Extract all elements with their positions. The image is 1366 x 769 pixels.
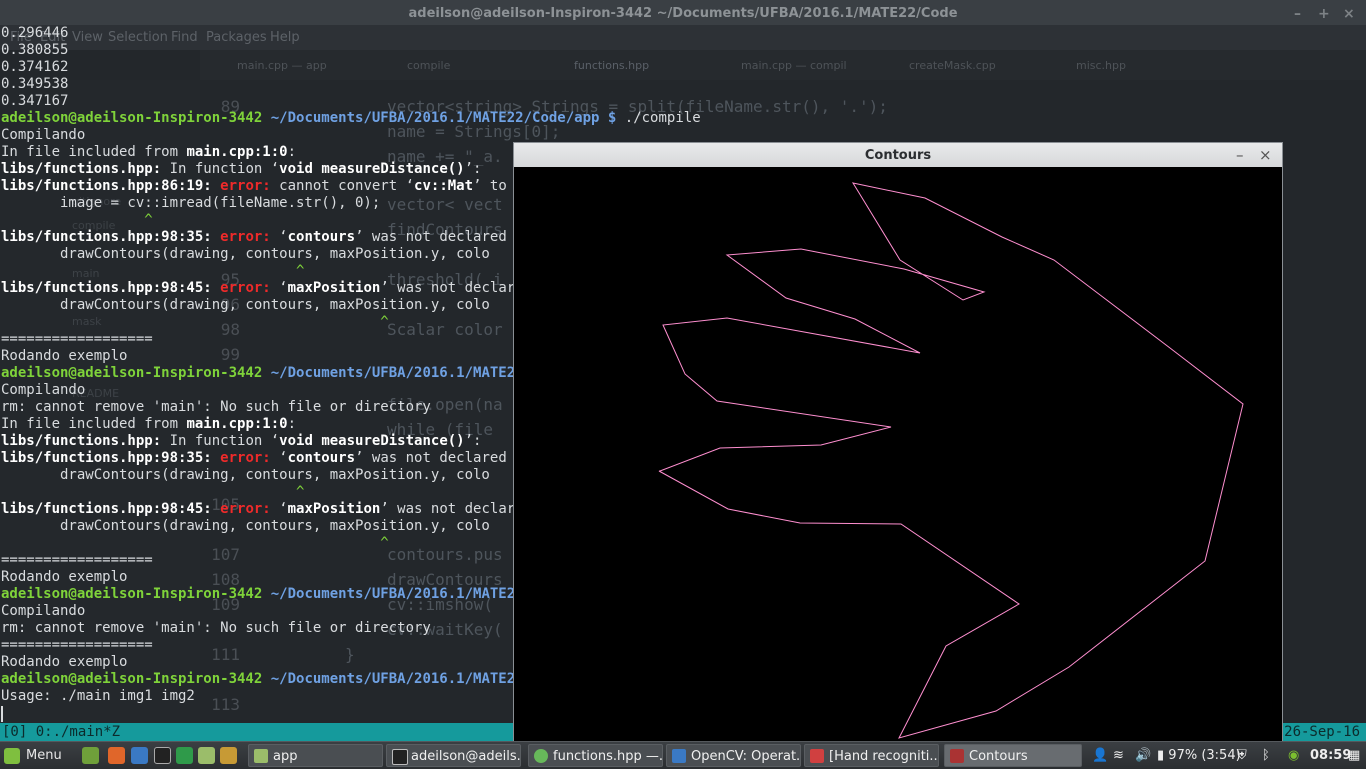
error-line: libs/functions.hpp:86:19: error: cannot … [1,178,540,194]
output-line: 0.349538 [1,76,69,92]
output-line: 0.380855 [1,42,69,58]
pdf-icon [810,749,824,763]
clock[interactable]: 08:59 [1310,746,1351,766]
prompt-line: adeilson@adeilson-Inspiron-3442 ~/Docume… [1,671,541,687]
output-line: In file included from main.cpp:1:0: [1,144,297,160]
prompt-line: adeilson@adeilson-Inspiron-3442 ~/Docume… [1,365,541,381]
window-icon [950,749,964,763]
output-line: drawContours(drawing, contours, maxPosit… [1,518,490,534]
maximize-button[interactable]: + [1318,0,1330,28]
caret-line: ^ [1,535,389,551]
output-line: Usage: ./main img1 img2 [1,688,195,704]
output-line: Rodando exemplo [1,569,128,585]
battery-status[interactable]: ▮ 97% (3:54) [1157,746,1241,766]
bluetooth-icon[interactable]: ᛒ [1262,746,1270,766]
minimize-button[interactable]: – [1236,143,1244,168]
error-line: libs/functions.hpp:98:45: error: ‘maxPos… [1,501,533,517]
wifi-icon[interactable]: ≋ [1113,746,1124,766]
terminal-cursor [1,706,3,722]
contours-title-bar[interactable]: Contours – × [514,143,1282,167]
atom-icon [534,749,548,763]
chrome-icon[interactable] [176,747,193,764]
app-icon[interactable] [220,747,237,764]
output-line: drawContours(drawing, contours, maxPosit… [1,246,490,262]
caret-line: ^ [1,484,305,500]
output-line: Compilando [1,382,86,398]
output-line: libs/functions.hpp: In function ‘void me… [1,161,482,177]
task-app[interactable]: app [248,744,383,767]
error-line: libs/functions.hpp:98:35: error: ‘contou… [1,229,533,245]
output-line: drawContours(drawing, contours, maxPosit… [1,297,490,313]
caret-line: ^ [1,263,305,279]
task-atom-editor[interactable]: functions.hpp —... [528,744,663,767]
files-icon[interactable] [131,747,148,764]
nvidia-icon[interactable]: ◉ [1288,746,1299,766]
output-line: 0.296446 [1,25,69,41]
output-line: 0.347167 [1,93,69,109]
contours-window[interactable]: Contours – × [513,142,1283,742]
contour-canvas [658,182,1244,739]
folder-icon [254,749,268,763]
prompt-line: adeilson@adeilson-Inspiron-3442 ~/Docume… [1,586,541,602]
output-line: libs/functions.hpp: In function ‘void me… [1,433,482,449]
prompt-line: adeilson@adeilson-Inspiron-3442 ~/Docume… [1,110,701,126]
notifications-icon[interactable]: ▦ [1348,746,1360,766]
window-title: adeilson@adeilson-Inspiron-3442 ~/Docume… [408,6,958,21]
output-line: Rodando exemplo [1,348,128,364]
output-line: Rodando exemplo [1,654,128,670]
taskbar: Menu app adeilson@adeils... functions.hp… [0,741,1366,769]
output-line: Compilando [1,127,86,143]
output-line: 0.374162 [1,59,69,75]
mint-leaf-icon [4,747,20,764]
output-line: In file included from main.cpp:1:0: [1,416,297,432]
task-opencv-browser[interactable]: OpenCV: Operat... [666,744,801,767]
output-line: drawContours(drawing, contours, maxPosit… [1,467,490,483]
caret-line: ^ [1,212,153,228]
output-line: Compilando [1,603,86,619]
browser-icon [672,749,686,763]
output-line: image = cv::imread(fileName.str(), 0); [1,195,381,211]
separator-line: ================== [1,552,153,568]
contours-title: Contours [864,148,932,163]
close-button[interactable]: × [1259,143,1272,168]
shield-icon[interactable]: ⛨ [1237,746,1247,766]
tmux-date: 26-Sep-16 [1284,724,1360,740]
hand-contour [658,182,1244,739]
task-hand-recognition-pdf[interactable]: [Hand recogniti... [804,744,939,767]
terminal-icon [392,749,408,765]
close-button[interactable]: × [1343,0,1355,28]
error-line: libs/functions.hpp:98:35: error: ‘contou… [1,450,533,466]
volume-icon[interactable]: 🔊 [1135,746,1151,766]
minimize-button[interactable]: – [1294,0,1301,28]
window-title-bar: adeilson@adeilson-Inspiron-3442 ~/Docume… [0,0,1366,25]
start-menu-button[interactable]: Menu [4,745,62,767]
task-terminal[interactable]: adeilson@adeils... [386,744,521,767]
error-line: libs/functions.hpp:98:45: error: ‘maxPos… [1,280,533,296]
task-contours[interactable]: Contours [944,744,1082,767]
separator-line: ================== [1,637,153,653]
folder-icon[interactable] [198,747,215,764]
terminal-icon[interactable] [154,747,171,764]
show-desktop-icon[interactable] [82,747,99,764]
output-line: rm: cannot remove 'main': No such file o… [1,620,431,636]
separator-line: ================== [1,331,153,347]
user-icon[interactable]: 👤 [1092,746,1108,766]
output-line: rm: cannot remove 'main': No such file o… [1,399,431,415]
firefox-icon[interactable] [108,747,125,764]
tmux-window-list[interactable]: [0] 0:./main*Z [2,723,120,741]
caret-line: ^ [1,314,389,330]
